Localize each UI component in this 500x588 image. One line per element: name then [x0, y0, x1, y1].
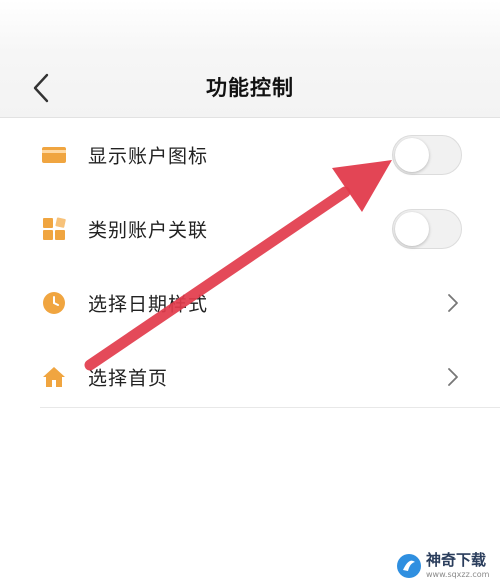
- chevron-right-icon: [448, 368, 458, 386]
- setting-label: 选择日期样式: [88, 293, 209, 316]
- setting-row-show-account-icon: 显示账户图标: [0, 118, 500, 192]
- toggle-knob: [395, 138, 429, 172]
- watermark-name: 神奇下载: [426, 551, 487, 569]
- card-icon: [40, 141, 68, 169]
- category-account-link-toggle[interactable]: [392, 209, 462, 249]
- setting-label: 类别账户关联: [88, 219, 209, 242]
- page-title: 功能控制: [206, 76, 294, 100]
- setting-label: 显示账户图标: [88, 145, 209, 168]
- setting-row-home-page[interactable]: 选择首页: [0, 340, 500, 414]
- watermark: 神奇下载 www.sqxzz.com: [396, 544, 500, 588]
- grid-icon: [40, 215, 68, 243]
- watermark-url: www.sqxzz.com: [426, 570, 490, 579]
- settings-list: 显示账户图标 类别账户关联 选择日期样式 选择首页: [0, 118, 500, 414]
- toggle-knob: [395, 212, 429, 246]
- clock-icon: [40, 289, 68, 317]
- watermark-logo-icon: [397, 554, 421, 578]
- setting-row-category-account-link: 类别账户关联: [0, 192, 500, 266]
- setting-row-date-style[interactable]: 选择日期样式: [0, 266, 500, 340]
- setting-label: 选择首页: [88, 367, 169, 390]
- chevron-right-icon: [448, 294, 458, 312]
- top-bar: 功能控制: [0, 0, 500, 118]
- home-icon: [40, 363, 68, 391]
- show-account-icon-toggle[interactable]: [392, 135, 462, 175]
- list-divider: [40, 407, 500, 408]
